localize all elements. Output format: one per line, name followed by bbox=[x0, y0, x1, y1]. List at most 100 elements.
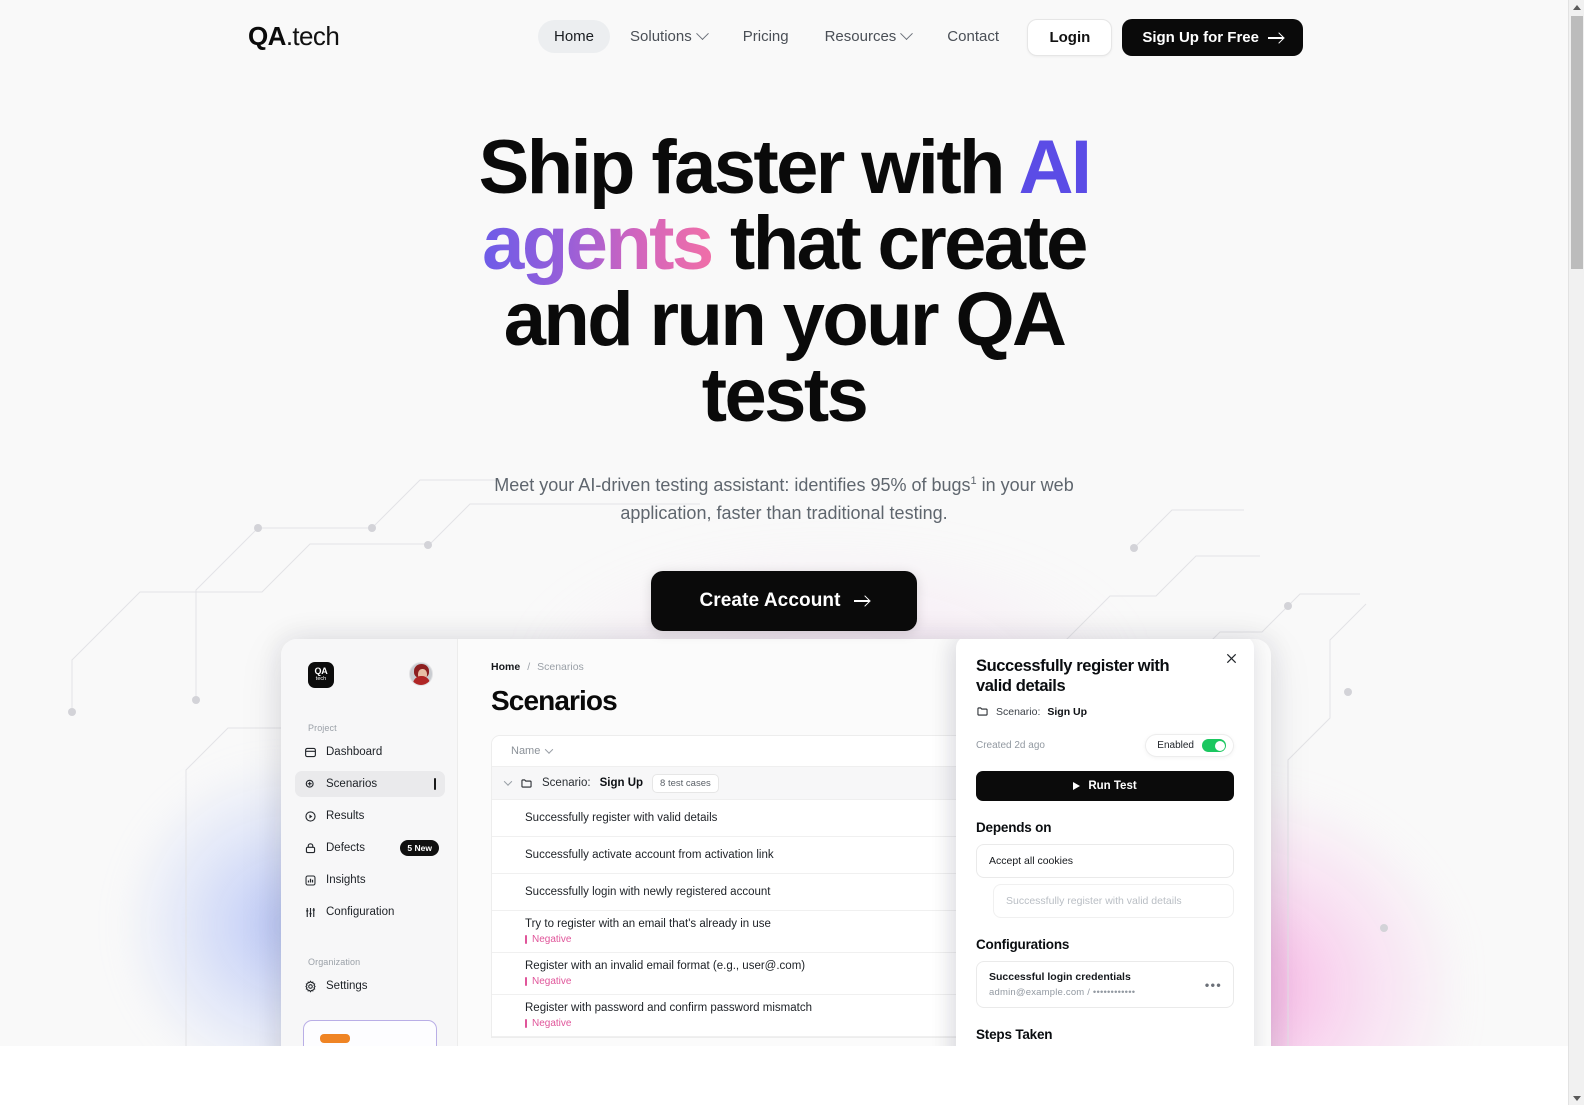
chevron-down-icon bbox=[900, 27, 914, 41]
breadcrumb-home[interactable]: Home bbox=[491, 661, 520, 673]
sidebar-item-settings[interactable]: Settings bbox=[295, 973, 445, 999]
brand-name: QA bbox=[248, 21, 286, 51]
site-header: QA.tech Home Solutions Pricing Resources… bbox=[0, 0, 1568, 72]
breadcrumb-current: Scenarios bbox=[537, 661, 584, 673]
run-test-label: Run Test bbox=[1088, 780, 1137, 793]
avatar-body bbox=[413, 676, 430, 685]
toggle-label: Enabled bbox=[1157, 740, 1194, 752]
configuration-icon bbox=[304, 906, 317, 919]
nav-item-home[interactable]: Home bbox=[538, 20, 611, 53]
configuration-subtitle: admin@example.com / •••••••••••• bbox=[989, 987, 1136, 999]
sidebar-item-label: Defects bbox=[326, 842, 365, 854]
enabled-toggle[interactable]: Enabled bbox=[1145, 734, 1234, 758]
headline-part-1: Ship faster with bbox=[478, 125, 1019, 210]
chevron-down-icon bbox=[545, 745, 554, 754]
app-detail-panel-wrap: Successfully register with valid details… bbox=[956, 639, 1271, 1046]
scrollbar-thumb[interactable] bbox=[1571, 16, 1583, 269]
avatar[interactable] bbox=[409, 662, 433, 686]
created-timestamp: Created 2d ago bbox=[976, 740, 1045, 752]
main-navigation: Home Solutions Pricing Resources Contact bbox=[538, 20, 1015, 53]
cta-label: Create Account bbox=[699, 589, 841, 611]
auth-actions: Login Sign Up for Free bbox=[1027, 19, 1303, 56]
dependency-item-ghost[interactable]: Successfully register with valid details bbox=[993, 884, 1234, 919]
close-icon[interactable] bbox=[1225, 652, 1238, 665]
dashboard-icon bbox=[304, 746, 317, 759]
sidebar-item-scenarios[interactable]: Scenarios bbox=[295, 771, 445, 797]
page-canvas: QA.tech Home Solutions Pricing Resources… bbox=[0, 0, 1568, 1046]
sidebar-item-label: Results bbox=[326, 810, 365, 822]
brand-tld: .tech bbox=[285, 21, 340, 51]
headline-accent-agents: agents bbox=[482, 201, 714, 286]
arrow-right-icon bbox=[1268, 32, 1283, 43]
run-test-button[interactable]: Run Test bbox=[976, 771, 1234, 802]
sidebar-promo-card[interactable] bbox=[303, 1020, 437, 1046]
insights-icon bbox=[304, 874, 317, 887]
steps-taken-heading: Steps Taken bbox=[976, 1027, 1053, 1043]
app-sidebar: QA tech Project Dashboard Scenarios Resu… bbox=[281, 639, 458, 1046]
login-button[interactable]: Login bbox=[1027, 19, 1113, 56]
sidebar-item-dashboard[interactable]: Dashboard bbox=[295, 739, 445, 765]
headline-accent-ai: AI bbox=[1018, 125, 1092, 210]
browser-scrollbar[interactable] bbox=[1568, 0, 1584, 1105]
group-name: Sign Up bbox=[599, 777, 644, 789]
depends-on-heading: Depends on bbox=[976, 820, 1052, 836]
signup-label: Sign Up for Free bbox=[1142, 29, 1259, 46]
hero-cta-wrap: Create Account bbox=[0, 570, 1568, 631]
configurations-heading: Configurations bbox=[976, 937, 1070, 953]
nav-label: Contact bbox=[947, 28, 999, 45]
app-logo-line2: tech bbox=[315, 676, 327, 683]
active-indicator bbox=[434, 778, 436, 790]
nav-item-resources[interactable]: Resources bbox=[809, 20, 928, 53]
sidebar-item-results[interactable]: Results bbox=[295, 803, 445, 829]
sidebar-item-configuration[interactable]: Configuration bbox=[295, 899, 445, 925]
folder-icon bbox=[976, 705, 989, 718]
sidebar-item-label: Scenarios bbox=[326, 778, 378, 790]
chevron-down-icon[interactable] bbox=[503, 777, 513, 786]
sidebar-section-project: Project bbox=[308, 723, 337, 733]
defects-icon bbox=[304, 842, 317, 855]
dependency-item[interactable]: Accept all cookies bbox=[976, 844, 1234, 879]
status-badge: 5 New bbox=[400, 840, 439, 856]
configuration-title: Successful login credentials bbox=[989, 971, 1131, 984]
nav-label: Home bbox=[554, 28, 595, 45]
app-logo-line1: QA bbox=[314, 666, 328, 677]
toggle-switch[interactable] bbox=[1202, 739, 1226, 753]
nav-item-solutions[interactable]: Solutions bbox=[614, 20, 723, 53]
nav-label: Pricing bbox=[742, 28, 789, 45]
hero-section: Ship faster with AI agents that create a… bbox=[0, 130, 1568, 631]
test-case-count-chip: 8 test cases bbox=[652, 773, 719, 793]
gear-icon bbox=[304, 979, 317, 993]
sidebar-item-defects[interactable]: Defects 5 New bbox=[295, 835, 445, 861]
nav-item-pricing[interactable]: Pricing bbox=[727, 20, 805, 53]
create-account-button[interactable]: Create Account bbox=[651, 570, 917, 631]
results-icon bbox=[304, 810, 317, 823]
app-screenshot-mockup: QA tech Project Dashboard Scenarios Resu… bbox=[281, 639, 1271, 1046]
scroll-down-arrow[interactable] bbox=[1569, 1091, 1584, 1105]
play-icon bbox=[1073, 782, 1081, 791]
sidebar-item-insights[interactable]: Insights bbox=[295, 867, 445, 893]
browser-viewport: QA.tech Home Solutions Pricing Resources… bbox=[0, 0, 1568, 1105]
chevron-down-icon bbox=[695, 27, 709, 41]
nav-item-contact[interactable]: Contact bbox=[931, 20, 1015, 53]
scenarios-icon bbox=[304, 778, 317, 791]
brand-logo[interactable]: QA.tech bbox=[248, 21, 340, 51]
page-root: QA.tech Home Solutions Pricing Resources… bbox=[0, 0, 1584, 1105]
sidebar-item-label: Configuration bbox=[326, 906, 395, 918]
signup-button[interactable]: Sign Up for Free bbox=[1122, 19, 1303, 56]
breadcrumb-separator: / bbox=[527, 661, 531, 673]
nav-label: Resources bbox=[824, 28, 897, 45]
configuration-item[interactable]: Successful login credentials admin@examp… bbox=[976, 961, 1234, 1009]
detail-panel-title: Successfully register with valid details bbox=[976, 657, 1170, 696]
sidebar-item-label: Insights bbox=[326, 874, 366, 886]
group-prefix: Scenario: bbox=[542, 777, 591, 789]
promo-accent-bar bbox=[320, 1034, 350, 1043]
sidebar-section-organization: Organization bbox=[308, 957, 361, 967]
test-case-detail-panel: Successfully register with valid details… bbox=[956, 639, 1254, 1046]
app-logo[interactable]: QA tech bbox=[308, 662, 334, 688]
sidebar-item-label: Dashboard bbox=[326, 746, 383, 758]
more-options-icon[interactable]: ••• bbox=[1205, 978, 1222, 991]
detail-scenario-name: Sign Up bbox=[1047, 705, 1088, 718]
page-title: Ship faster with AI agents that create a… bbox=[419, 130, 1149, 434]
hero-subtitle: Meet your AI-driven testing assistant: i… bbox=[484, 472, 1084, 528]
scroll-up-arrow[interactable] bbox=[1569, 0, 1584, 14]
